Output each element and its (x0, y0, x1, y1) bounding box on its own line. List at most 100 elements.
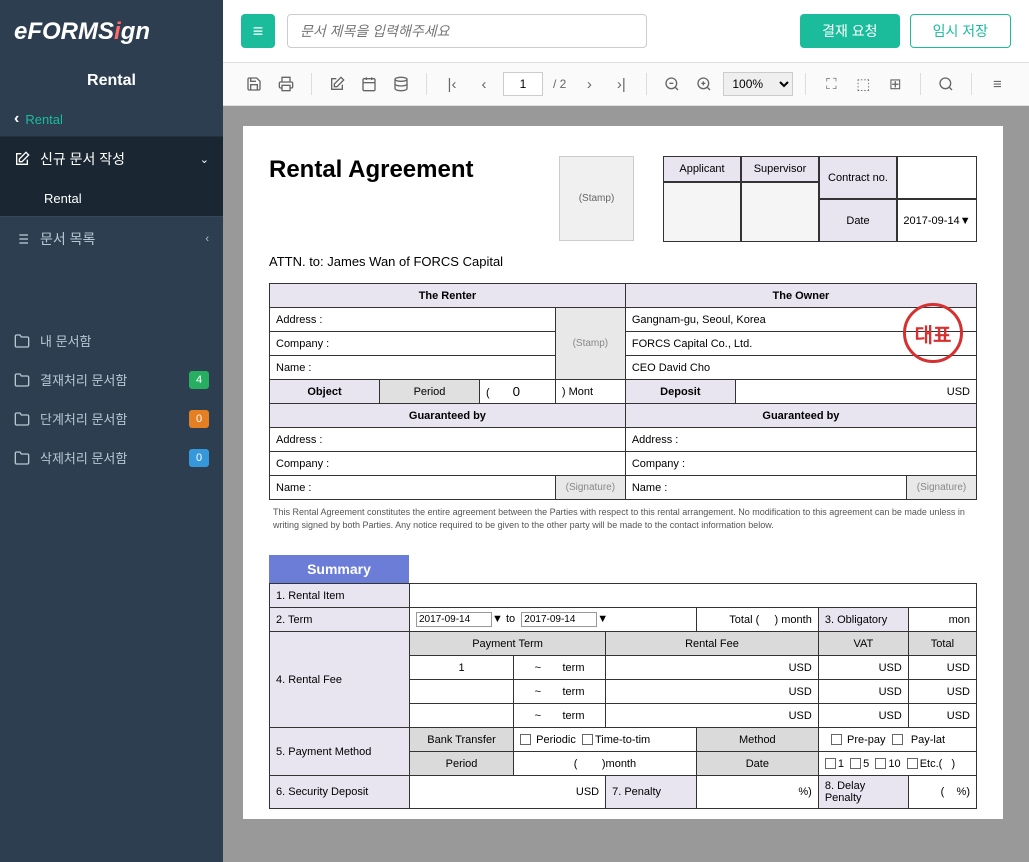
date-opts[interactable]: 1 5 10 Etc.( ) (818, 752, 976, 776)
s1: 1. Rental Item (270, 584, 410, 608)
calendar-icon[interactable] (356, 71, 382, 97)
pt-to-2[interactable]: ~ term (514, 680, 606, 704)
term-total: Total ( ) month (696, 608, 818, 632)
tot-h: Total (908, 632, 976, 656)
pt-from[interactable]: 1 (410, 656, 514, 680)
guar-co-l[interactable]: Company : (270, 452, 626, 476)
vat-h: VAT (818, 632, 908, 656)
s8-val[interactable]: ( %) (908, 776, 976, 809)
chevron-down-icon: ⌄ (200, 153, 209, 166)
vat-2[interactable]: USD (818, 680, 908, 704)
fit-page-icon[interactable]: ⛶ (818, 71, 844, 97)
approve-button[interactable]: 결재 요청 (800, 14, 899, 48)
fit-width-icon[interactable]: ⬚ (850, 71, 876, 97)
tot-1[interactable]: USD (908, 656, 976, 680)
guar-addr-l[interactable]: Address : (270, 428, 626, 452)
s6-val[interactable]: USD (410, 776, 606, 809)
date-value[interactable]: 2017-09-14 ▼ (897, 199, 977, 242)
term-to[interactable] (521, 612, 597, 627)
search-icon[interactable] (933, 71, 959, 97)
pt-from-2[interactable] (410, 680, 514, 704)
document-title-input[interactable] (287, 14, 647, 48)
database-icon[interactable] (388, 71, 414, 97)
checkbox[interactable] (520, 734, 531, 745)
save-icon[interactable] (241, 71, 267, 97)
term-dates[interactable]: ▼ to ▼ (410, 608, 697, 632)
folder-my-docs[interactable]: 내 문서함 (0, 321, 223, 360)
checkbox[interactable] (850, 758, 861, 769)
date-label: Date (819, 199, 897, 242)
date2-label: Date (696, 752, 818, 776)
renter-address[interactable]: Address : (270, 308, 556, 332)
logo: eFORMSign (0, 0, 223, 64)
zoom-in-icon[interactable] (691, 71, 717, 97)
term-from[interactable] (416, 612, 492, 627)
page-number-input[interactable] (503, 72, 543, 96)
pt-to[interactable]: ~ term (514, 656, 606, 680)
s3-val[interactable]: mon (908, 608, 976, 632)
vat-3[interactable]: USD (818, 704, 908, 728)
save-draft-button[interactable]: 임시 저장 (910, 14, 1011, 48)
sig-l[interactable]: (Signature) (555, 476, 625, 500)
rf-3[interactable]: USD (606, 704, 819, 728)
folder-approval[interactable]: 결재처리 문서함 4 (0, 360, 223, 399)
pt-from-3[interactable] (410, 704, 514, 728)
renter-company[interactable]: Company : (270, 332, 556, 356)
breadcrumb[interactable]: ‹ Rental (0, 102, 223, 136)
renter-header: The Renter (270, 284, 626, 308)
sig-r[interactable]: (Signature) (907, 476, 977, 500)
prev-page-icon[interactable]: ‹ (471, 71, 497, 97)
nav-new-document[interactable]: 신규 문서 작성 ⌄ (0, 136, 223, 181)
zoom-select[interactable]: 100% (723, 72, 793, 96)
add-page-icon[interactable]: ⊞ (882, 71, 908, 97)
nav-sub-rental[interactable]: Rental (0, 181, 223, 216)
checkbox[interactable] (875, 758, 886, 769)
guar-name-l[interactable]: Name : (270, 476, 556, 500)
checkbox[interactable] (907, 758, 918, 769)
vat-1[interactable]: USD (818, 656, 908, 680)
rf-2[interactable]: USD (606, 680, 819, 704)
folder-deleted[interactable]: 삭제처리 문서함 0 (0, 438, 223, 477)
guaranteed-right: Guaranteed by (625, 404, 976, 428)
tot-2[interactable]: USD (908, 680, 976, 704)
guar-name-r[interactable]: Name : (625, 476, 906, 500)
tot-3[interactable]: USD (908, 704, 976, 728)
checkbox[interactable] (582, 734, 593, 745)
s5: 5. Payment Method (270, 728, 410, 776)
edit-icon[interactable] (324, 71, 350, 97)
period2-val[interactable]: ( )month (514, 752, 697, 776)
nav-document-list[interactable]: 문서 목록 ‹ (0, 216, 223, 261)
rf-h: Rental Fee (606, 632, 819, 656)
sidebar-title: Rental (0, 64, 223, 102)
menu-button[interactable]: ≡ (241, 14, 275, 48)
bank-opts[interactable]: Periodic Time-to-tim (514, 728, 697, 752)
checkbox[interactable] (825, 758, 836, 769)
badge: 4 (189, 371, 209, 389)
renter-stamp[interactable]: (Stamp) (555, 308, 625, 380)
deposit-value[interactable]: USD (735, 380, 976, 404)
supervisor-stamp[interactable] (741, 182, 819, 242)
pt-to-3[interactable]: ~ term (514, 704, 606, 728)
period-input[interactable] (499, 384, 549, 399)
checkbox[interactable] (831, 734, 842, 745)
stamp-box[interactable]: (Stamp) (559, 156, 634, 241)
print-icon[interactable] (273, 71, 299, 97)
s7-val[interactable]: %) (696, 776, 818, 809)
applicant-stamp[interactable] (663, 182, 741, 242)
contract-no-value[interactable] (897, 156, 977, 199)
last-page-icon[interactable]: ›| (608, 71, 634, 97)
folder-step[interactable]: 단계처리 문서함 0 (0, 399, 223, 438)
zoom-out-icon[interactable] (659, 71, 685, 97)
renter-name[interactable]: Name : (270, 356, 556, 380)
method-opts[interactable]: Pre-pay Pay-lat (818, 728, 976, 752)
pt-h: Payment Term (410, 632, 606, 656)
more-icon[interactable]: ≡ (984, 71, 1010, 97)
s1-val[interactable] (410, 584, 977, 608)
guar-addr-r[interactable]: Address : (625, 428, 976, 452)
guar-co-r[interactable]: Company : (625, 452, 976, 476)
first-page-icon[interactable]: |‹ (439, 71, 465, 97)
folder-icon (14, 411, 30, 427)
rf-1[interactable]: USD (606, 656, 819, 680)
next-page-icon[interactable]: › (576, 71, 602, 97)
checkbox[interactable] (892, 734, 903, 745)
